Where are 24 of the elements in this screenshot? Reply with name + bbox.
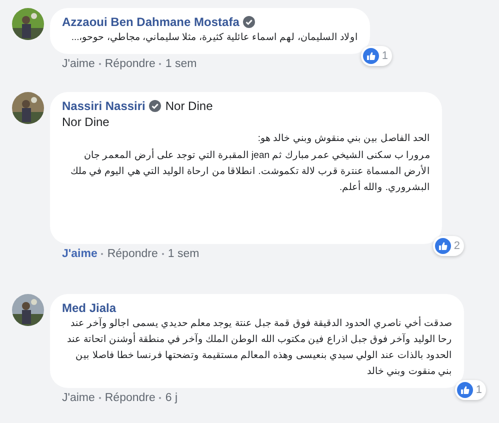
thumbs-up-icon (456, 382, 473, 398)
author-name[interactable]: Azzaoui Ben Dahmane Mostafa (62, 15, 240, 29)
like-link[interactable]: J'aime (62, 58, 95, 70)
thumbs-up-icon (434, 238, 451, 254)
reply-link[interactable]: Répondre (107, 248, 158, 260)
author-name[interactable]: Med Jiala (62, 301, 116, 315)
author-name[interactable]: Nassiri Nassiri (62, 99, 146, 113)
reply-link[interactable]: Répondre (104, 58, 156, 70)
timestamp: 6 j (165, 392, 178, 404)
timestamp: 1 sem (168, 248, 200, 260)
reply-link[interactable]: Répondre (104, 392, 156, 404)
like-link[interactable]: J'aime (62, 392, 95, 404)
timestamp: 1 sem (165, 58, 197, 70)
comment-text: مرورا ب سكنى الشيخي عمر مبارك ثم jean المقبرة التي توجد على أرض المعمر جان الأرض المسماة عنترة قرب لالة تكموشت. انطلاقا من ارحاة الوليد التي هي اليوم في ملك البشروري. والله أعلم. (69, 148, 430, 195)
reaction-badge[interactable]: 2 (432, 236, 464, 256)
comment-text: صدقت أخي ناصري الحدود الدقيقة فوق قمة جبل عنتة يوجد معلم حديدي يسمى اجالو وآخر عند رحا الوليد وآخر فوق جبل اذراع فين مكتوب الله الوطن الملك وآخر في منطقة أوشنن اتحاتة عند الحدود بالذات عند الولي سيدي بنعيسى وهذه المعالم مستقيمة وتضحتها فرنسا خطا فاصلا بين بني منقوت وبني خالد (66, 316, 452, 379)
reaction-badge[interactable]: 1 (454, 380, 486, 400)
comment-text: اولاد السليمان، لهم اسماء عائلية كثيرة، مثلا سليماني، مجاطي، حوحو،... (70, 31, 358, 45)
comment-text: Nor Dine (62, 114, 110, 130)
comment-text: الحد الفاصل بين بني منقوش وبني خالد هو: (256, 132, 430, 146)
mention-name[interactable]: Nor Dine (165, 99, 213, 113)
thumbs-up-icon (362, 48, 379, 64)
reaction-badge[interactable]: 1 (360, 46, 392, 66)
like-link[interactable]: J'aime (62, 248, 98, 260)
